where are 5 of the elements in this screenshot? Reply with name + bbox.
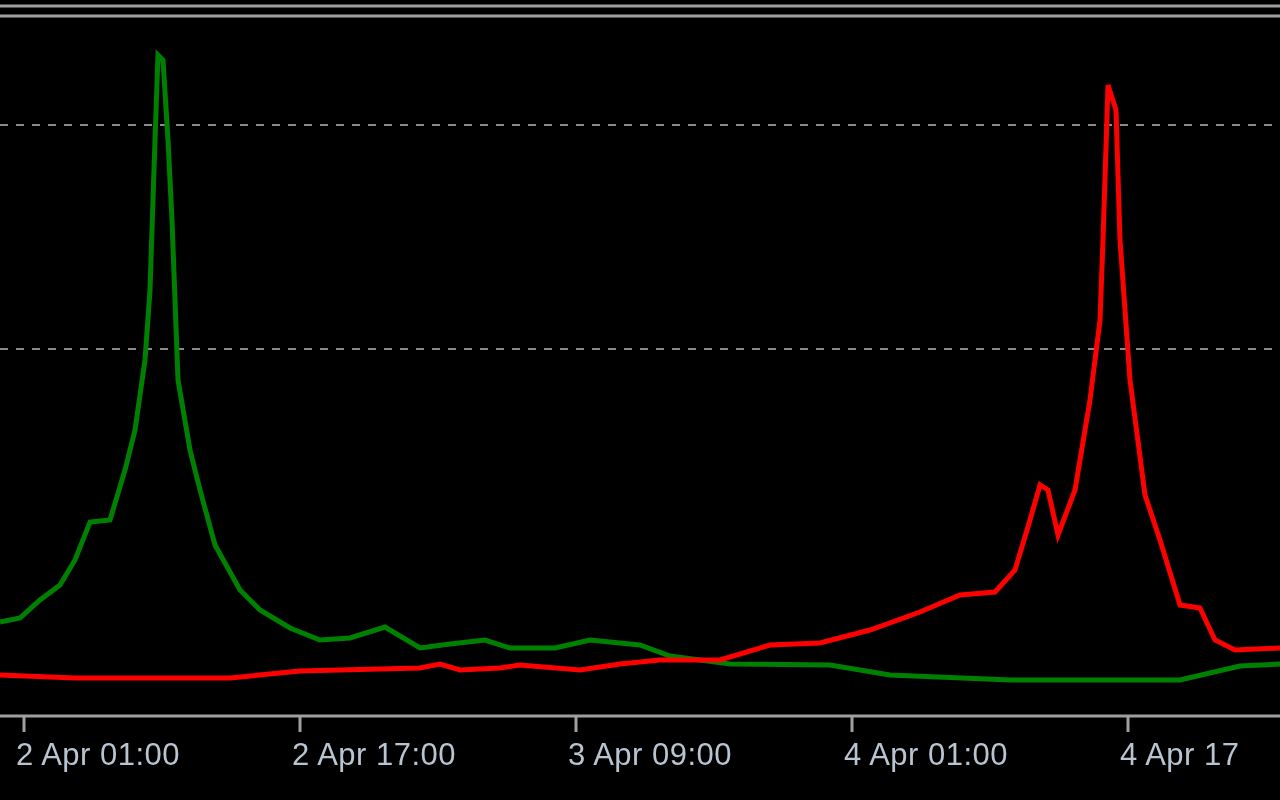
axis-label: 4 Apr 01:00: [844, 737, 1009, 772]
axis-label: 4 Apr 17: [1120, 737, 1240, 772]
axis-label: 2 Apr 17:00: [292, 737, 457, 772]
axis-label: 3 Apr 09:00: [568, 737, 733, 772]
axis-label: 2 Apr 01:00: [16, 737, 181, 772]
